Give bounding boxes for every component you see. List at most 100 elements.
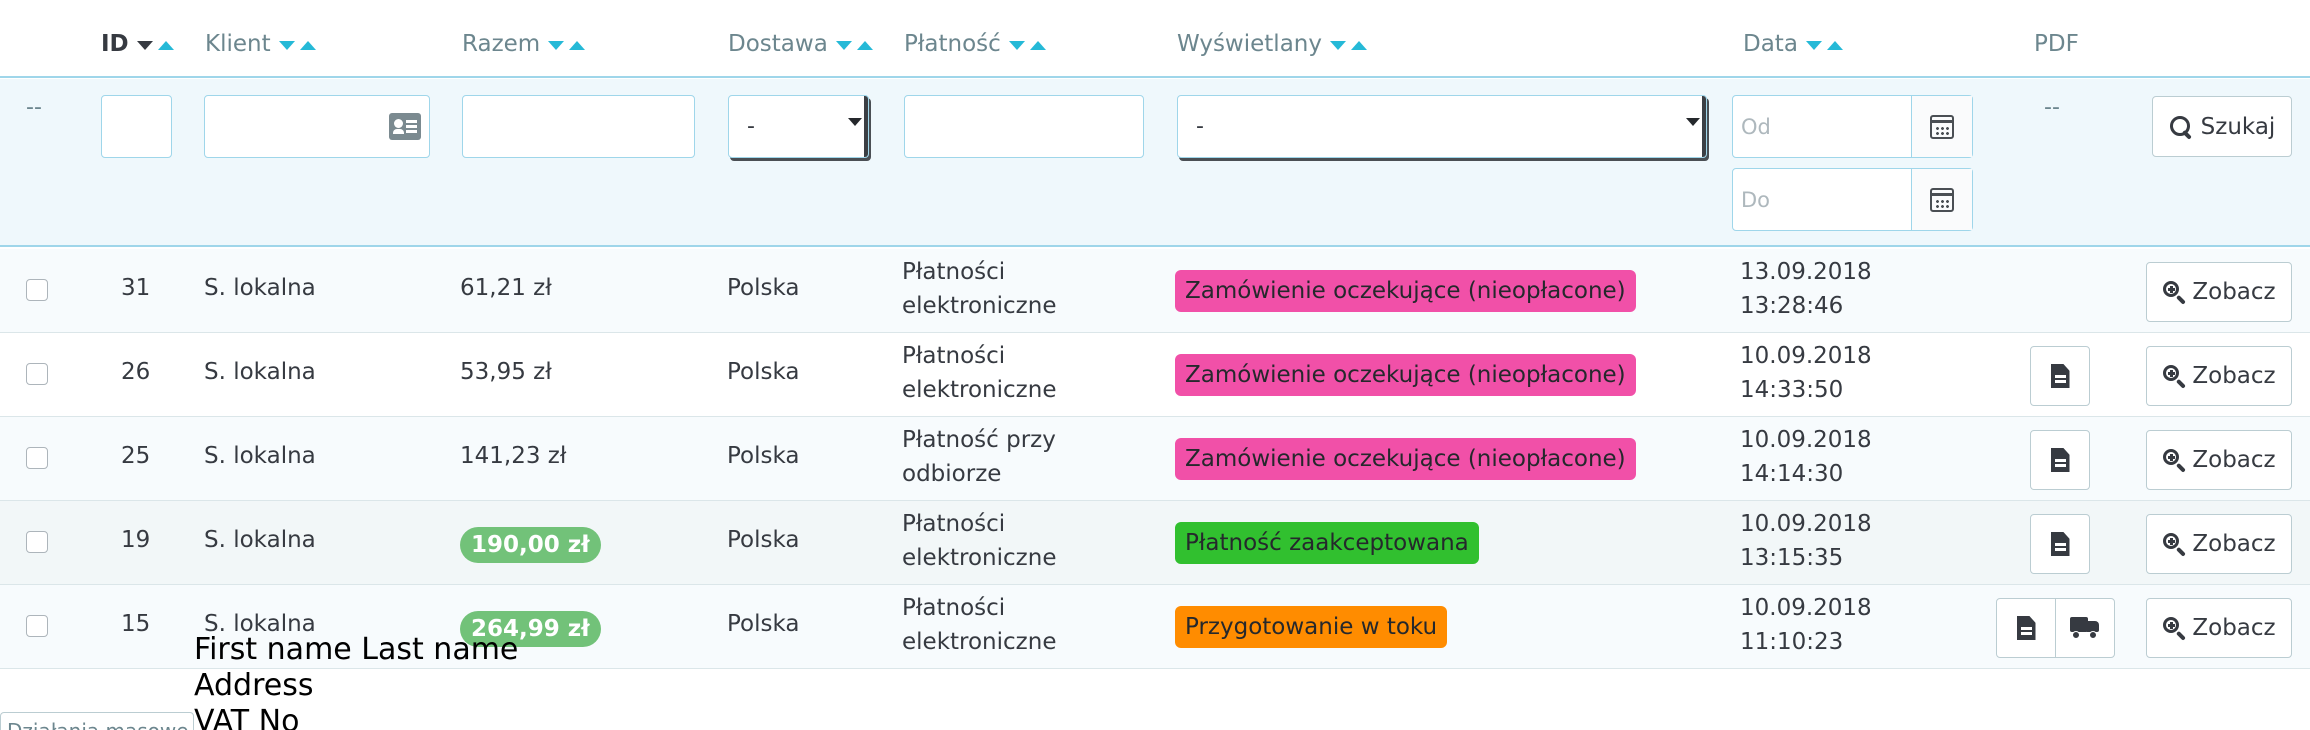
payment-line-1: Płatności	[902, 343, 1006, 369]
select-edge	[1702, 96, 1706, 157]
date-to-input[interactable]: Do	[1733, 169, 1912, 230]
order-client: S. lokalna	[204, 359, 316, 385]
sort-asc-icon[interactable]	[1826, 40, 1843, 50]
header-date-label: Data	[1743, 31, 1798, 57]
tooltip-line-vat: VAT No	[194, 704, 300, 730]
bulk-actions-button[interactable]: Działania masowe	[0, 712, 194, 730]
header-status[interactable]: Wyświetlany	[1177, 26, 1372, 62]
view-button-label: Zobacz	[2192, 531, 2276, 557]
sort-desc-icon[interactable]	[136, 40, 153, 50]
view-button[interactable]: Zobacz	[2146, 514, 2292, 574]
header-pdf: PDF	[2034, 26, 2079, 62]
view-button-label: Zobacz	[2192, 447, 2276, 473]
date-line: 10.09.2018	[1740, 511, 1872, 537]
sort-desc-icon[interactable]	[1008, 40, 1025, 50]
view-button-label: Zobacz	[2192, 363, 2276, 389]
order-total: 61,21 zł	[460, 275, 552, 301]
view-button[interactable]: Zobacz	[2146, 598, 2292, 658]
header-status-label: Wyświetlany	[1177, 31, 1322, 57]
table-row[interactable]: 19 S. lokalna 190,00 zł Polska Płatności…	[0, 501, 2310, 585]
header-delivery-label: Dostawa	[728, 31, 828, 57]
invoice-pdf-button[interactable]	[1996, 598, 2056, 658]
calendar-icon	[1930, 114, 1954, 139]
time-line: 13:15:35	[1740, 545, 1844, 571]
select-all-placeholder: --	[26, 95, 42, 120]
sort-asc-icon[interactable]	[856, 40, 873, 50]
order-delivery: Polska	[727, 275, 800, 301]
invoice-pdf-button[interactable]	[2030, 430, 2090, 490]
delivery-filter-value: -	[747, 114, 755, 139]
document-icon	[2050, 448, 2070, 472]
order-delivery: Polska	[727, 527, 800, 553]
date-line: 10.09.2018	[1740, 427, 1872, 453]
date-to-calendar-button[interactable]	[1912, 169, 1972, 230]
row-checkbox[interactable]	[26, 447, 48, 469]
payment-line-1: Płatności	[902, 259, 1006, 285]
order-date: 10.09.2018 13:15:35	[1740, 507, 1872, 575]
row-checkbox[interactable]	[26, 531, 48, 553]
sort-desc-icon[interactable]	[1805, 40, 1822, 50]
order-payment: Płatności elektroniczne	[902, 591, 1056, 659]
invoice-pdf-button[interactable]	[2030, 346, 2090, 406]
status-filter-select[interactable]: -	[1177, 95, 1707, 158]
sort-asc-icon[interactable]	[157, 40, 174, 50]
sort-controls	[1008, 40, 1051, 50]
delivery-filter-select[interactable]: -	[728, 95, 869, 158]
date-to-group: Do	[1732, 168, 1973, 231]
invoice-pdf-button[interactable]	[2030, 514, 2090, 574]
total-filter-input[interactable]	[462, 95, 695, 158]
order-total-badge: 190,00 zł	[460, 527, 601, 563]
table-row[interactable]: 25 S. lokalna 141,23 zł Polska Płatność …	[0, 417, 2310, 501]
sort-desc-icon[interactable]	[835, 40, 852, 50]
date-from-input[interactable]: Od	[1733, 96, 1912, 157]
status-filter-value: -	[1196, 114, 1204, 139]
bulk-actions-label: Działania masowe	[7, 719, 189, 730]
sort-controls	[548, 40, 590, 50]
order-payment: Płatności elektroniczne	[902, 507, 1056, 575]
search-button[interactable]: Szukaj	[2152, 96, 2292, 157]
view-button[interactable]: Zobacz	[2146, 262, 2292, 322]
payment-line-2: odbiorze	[902, 461, 1002, 487]
payment-line-1: Płatność przy	[902, 427, 1056, 453]
header-total[interactable]: Razem	[462, 26, 590, 62]
zoom-in-icon	[2162, 448, 2186, 473]
header-date[interactable]: Data	[1743, 26, 1848, 62]
sort-desc-icon[interactable]	[548, 40, 565, 50]
row-checkbox[interactable]	[26, 279, 48, 301]
header-delivery[interactable]: Dostawa	[728, 26, 878, 62]
truck-icon	[2070, 617, 2100, 639]
payment-line-2: elektroniczne	[902, 293, 1057, 319]
id-filter-input[interactable]	[101, 95, 172, 158]
sort-asc-icon[interactable]	[569, 40, 586, 50]
client-filter-input[interactable]	[204, 95, 430, 158]
payment-line-2: elektroniczne	[902, 377, 1057, 403]
sort-controls	[278, 40, 321, 50]
table-header: ID Klient Razem Dostawa Płatność Wyświet…	[0, 0, 2310, 78]
calendar-icon	[1930, 187, 1954, 212]
view-button[interactable]: Zobacz	[2146, 430, 2292, 490]
order-id: 26	[121, 359, 151, 385]
payment-line-1: Płatności	[902, 595, 1006, 621]
date-from-calendar-button[interactable]	[1912, 96, 1972, 157]
header-payment[interactable]: Płatność	[904, 26, 1051, 62]
sort-asc-icon[interactable]	[299, 40, 316, 50]
view-button-label: Zobacz	[2192, 279, 2276, 305]
sort-desc-icon[interactable]	[1329, 40, 1346, 50]
table-row[interactable]: 31 S. lokalna 61,21 zł Polska Płatności …	[0, 249, 2310, 333]
row-checkbox[interactable]	[26, 363, 48, 385]
zoom-in-icon	[2162, 280, 2186, 305]
filter-row: -- - - Od Do --	[0, 79, 2310, 247]
sort-desc-icon[interactable]	[278, 40, 295, 50]
header-id[interactable]: ID	[101, 26, 179, 62]
row-checkbox[interactable]	[26, 615, 48, 637]
delivery-slip-button[interactable]	[2055, 598, 2115, 658]
status-badge: Przygotowanie w toku	[1175, 606, 1448, 648]
payment-filter-input[interactable]	[904, 95, 1144, 158]
view-button[interactable]: Zobacz	[2146, 346, 2292, 406]
order-id: 19	[121, 527, 151, 553]
table-row[interactable]: 26 S. lokalna 53,95 zł Polska Płatności …	[0, 333, 2310, 417]
sort-asc-icon[interactable]	[1350, 40, 1367, 50]
header-client[interactable]: Klient	[205, 26, 321, 62]
sort-asc-icon[interactable]	[1029, 40, 1046, 50]
date-from-placeholder: Od	[1741, 114, 1771, 139]
